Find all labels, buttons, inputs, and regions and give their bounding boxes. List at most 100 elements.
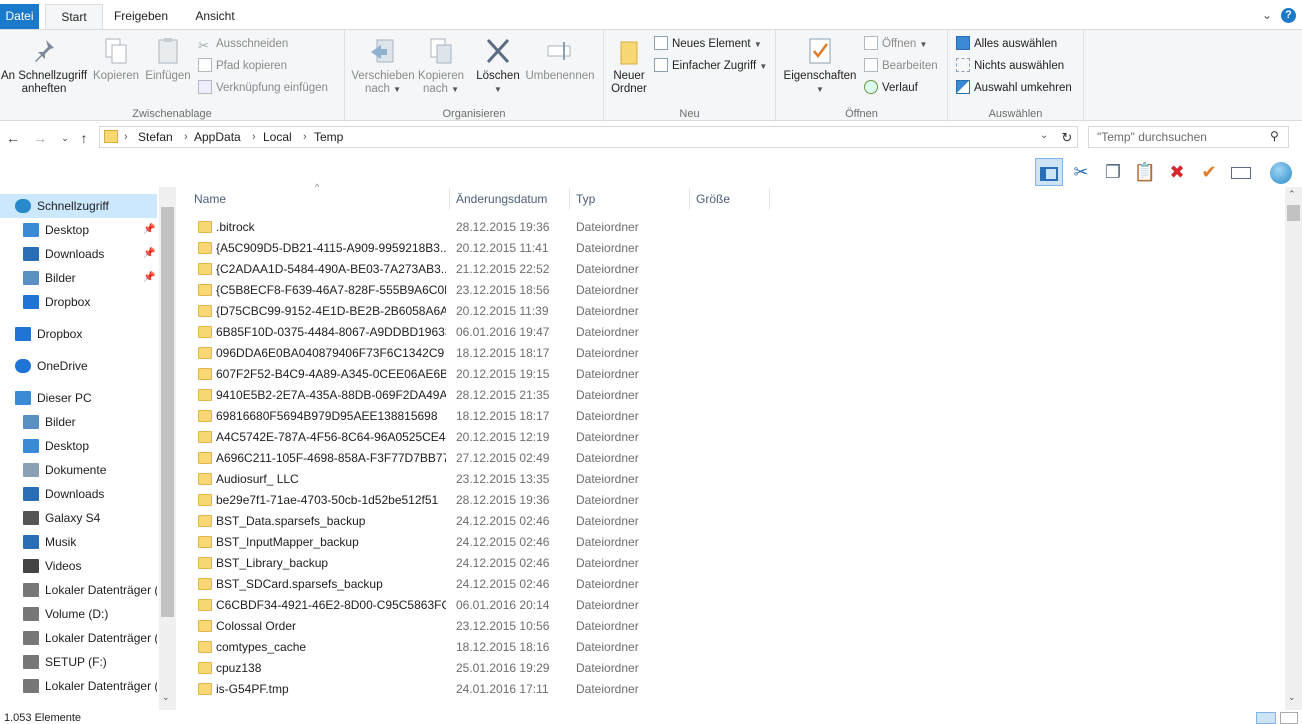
table-row[interactable]: Colossal Order 23.12.2015 10:56 Dateiordne… bbox=[190, 616, 770, 637]
table-row[interactable]: comtypes_cache 18.12.2015 18:16 Dateiordne… bbox=[190, 637, 770, 658]
nav-item[interactable]: Desktop 📌 bbox=[0, 218, 157, 242]
search-input[interactable]: "Temp" durchsuchen ⚲ bbox=[1088, 126, 1289, 148]
table-row[interactable]: BST_Library_backup 24.12.2015 02:46 Dateio… bbox=[190, 553, 770, 574]
new-folder-button[interactable]: Neuer Ordner bbox=[606, 34, 652, 96]
refresh-icon[interactable]: ↻ bbox=[1058, 128, 1076, 148]
move-to-button[interactable]: Verschieben nach ▼ bbox=[347, 34, 419, 96]
table-row[interactable]: 096DDA6E0BA040879406F73F6C1342C9 18.12.20… bbox=[190, 343, 770, 364]
scissors-icon[interactable]: ✂ bbox=[1067, 158, 1095, 186]
column-header-date[interactable]: Änderungsdatum bbox=[450, 188, 570, 210]
nav-item[interactable]: Galaxy S4 bbox=[0, 506, 157, 530]
edit-button[interactable]: Bearbeiten bbox=[864, 56, 938, 76]
table-row[interactable]: {A5C909D5-DB21-4115-A909-9959218B3... 20.… bbox=[190, 238, 770, 259]
tiles-view-icon[interactable] bbox=[1280, 712, 1298, 724]
pin-quick-access-button[interactable]: An Schnellzugriff anheften bbox=[0, 34, 88, 96]
paste-button[interactable]: Einfügen bbox=[143, 34, 193, 83]
nav-item[interactable]: SETUP (F:) bbox=[0, 650, 157, 674]
new-item-button[interactable]: Neues Element ▼ bbox=[654, 34, 762, 54]
nav-item[interactable]: Dropbox bbox=[0, 290, 157, 314]
table-row[interactable]: .bitrock 28.12.2015 19:36 Dateiordner bbox=[190, 217, 770, 238]
paste-shortcut-button[interactable]: Verknüpfung einfügen bbox=[198, 78, 328, 98]
nav-item[interactable]: Schnellzugriff bbox=[0, 194, 157, 218]
checkmark-icon[interactable]: ✔ bbox=[1195, 158, 1223, 186]
table-row[interactable]: {D75CBC99-9152-4E1D-BE2B-2B6058A6A... 20.… bbox=[190, 301, 770, 322]
column-header-size[interactable]: Größe bbox=[690, 188, 770, 210]
globe-icon[interactable] bbox=[1267, 158, 1295, 186]
table-row[interactable]: A4C5742E-787A-4F56-8C64-96A0525CE44C 20.1… bbox=[190, 427, 770, 448]
nav-item[interactable]: Dieser PC bbox=[0, 386, 157, 410]
nav-scrollbar[interactable]: ⌄ bbox=[159, 187, 176, 710]
table-row[interactable]: 9410E5B2-2E7A-435A-88DB-069F2DA49A... 28.… bbox=[190, 385, 770, 406]
collapse-ribbon-icon[interactable]: ⌄ bbox=[1262, 8, 1272, 22]
nav-item[interactable]: Bilder bbox=[0, 410, 157, 434]
open-button[interactable]: Öffnen ▼ bbox=[864, 34, 927, 54]
table-row[interactable]: 6B85F10D-0375-4484-8067-A9DDBD19633C 06.0… bbox=[190, 322, 770, 343]
table-row[interactable]: 607F2F52-B4C9-4A89-A345-0CEE06AE6BF2 20.1… bbox=[190, 364, 770, 385]
breadcrumb-item[interactable]: Local bbox=[263, 127, 292, 147]
delete-button[interactable]: Löschen ▼ bbox=[473, 34, 523, 96]
column-header-type[interactable]: Typ bbox=[570, 188, 690, 210]
nav-scrollbar-thumb[interactable] bbox=[161, 207, 174, 617]
nav-item[interactable]: Downloads bbox=[0, 482, 157, 506]
table-row[interactable]: 69816680F5694B979D95AEE138815698 18.12.20… bbox=[190, 406, 770, 427]
details-view-icon[interactable] bbox=[1256, 712, 1276, 724]
table-row[interactable]: cpuz138 25.01.2016 19:29 Dateiordner bbox=[190, 658, 770, 679]
delete-x-icon[interactable]: ✖ bbox=[1163, 158, 1191, 186]
select-all-button[interactable]: Alles auswählen bbox=[956, 34, 1057, 54]
back-arrow-icon[interactable]: ← bbox=[4, 128, 22, 148]
nav-item[interactable]: OneDrive bbox=[0, 354, 157, 378]
scroll-down-icon[interactable]: ⌄ bbox=[1288, 692, 1296, 703]
breadcrumb-item[interactable]: Temp bbox=[314, 127, 343, 147]
table-row[interactable]: A696C211-105F-4698-858A-F3F77D7BB777 27.1… bbox=[190, 448, 770, 469]
table-row[interactable]: C6CBDF34-4921-46E2-8D00-C95C5863FC... 06.… bbox=[190, 595, 770, 616]
table-row[interactable]: BST_InputMapper_backup 24.12.2015 02:46 Da… bbox=[190, 532, 770, 553]
recent-locations-icon[interactable]: ⌄ bbox=[56, 128, 74, 148]
nav-item[interactable]: Dokumente bbox=[0, 458, 157, 482]
nav-item[interactable]: Volume (D:) bbox=[0, 602, 157, 626]
scroll-down-icon[interactable]: ⌄ bbox=[162, 692, 170, 703]
copy-icon[interactable]: ❐ bbox=[1099, 158, 1127, 186]
copy-to-button[interactable]: Kopieren nach ▼ bbox=[415, 34, 467, 96]
select-none-button[interactable]: Nichts auswählen bbox=[956, 56, 1064, 76]
nav-item[interactable]: Dropbox bbox=[0, 322, 157, 346]
address-bar[interactable]: › Stefan › AppData › Local › Temp ⌄ bbox=[99, 126, 1078, 148]
nav-item[interactable]: Videos bbox=[0, 554, 157, 578]
table-row[interactable]: be29e7f1-71ae-4703-50cb-1d52be512f51 28.1… bbox=[190, 490, 770, 511]
tab-share[interactable]: Freigeben bbox=[104, 4, 178, 29]
copy-button[interactable]: Kopieren bbox=[92, 34, 140, 83]
file-list-scrollbar-thumb[interactable] bbox=[1287, 205, 1300, 221]
column-header-name[interactable]: Name bbox=[188, 188, 450, 210]
tab-view[interactable]: Ansicht bbox=[180, 4, 250, 29]
nav-item[interactable]: Bilder 📌 bbox=[0, 266, 157, 290]
search-icon[interactable]: ⚲ bbox=[1270, 129, 1279, 143]
nav-item[interactable]: Downloads 📌 bbox=[0, 242, 157, 266]
invert-selection-button[interactable]: Auswahl umkehren bbox=[956, 78, 1072, 98]
table-row[interactable]: {C5B8ECF8-F639-46A7-828F-555B9A6C0F... 23… bbox=[190, 280, 770, 301]
table-row[interactable]: BST_Data.sparsefs_backup 24.12.2015 02:46… bbox=[190, 511, 770, 532]
tab-file[interactable]: Datei bbox=[0, 4, 39, 29]
easy-access-button[interactable]: Einfacher Zugriff ▼ bbox=[654, 56, 767, 76]
up-arrow-icon[interactable]: ↑ bbox=[75, 128, 93, 148]
cut-button[interactable]: ✂ Ausschneiden bbox=[198, 34, 288, 54]
address-history-icon[interactable]: ⌄ bbox=[1040, 130, 1048, 141]
forward-arrow-icon[interactable]: → bbox=[31, 128, 49, 148]
copy-path-button[interactable]: Pfad kopieren bbox=[198, 56, 287, 76]
breadcrumb-item[interactable]: AppData bbox=[194, 127, 241, 147]
table-row[interactable]: {C2ADAA1D-5484-490A-BE03-7A273AB3... 21.1… bbox=[190, 259, 770, 280]
scroll-up-icon[interactable]: ⌃ bbox=[1288, 189, 1296, 200]
nav-item[interactable]: Lokaler Datenträger (E bbox=[0, 626, 157, 650]
clipboard-icon[interactable]: 📋 bbox=[1131, 158, 1159, 186]
rename-button[interactable]: Umbenennen bbox=[523, 34, 597, 83]
nav-item[interactable]: Lokaler Datenträger (C bbox=[0, 578, 157, 602]
nav-item[interactable]: Desktop bbox=[0, 434, 157, 458]
table-row[interactable]: BST_SDCard.sparsefs_backup 24.12.2015 02:… bbox=[190, 574, 770, 595]
nav-item[interactable]: Lokaler Datenträger ( bbox=[0, 674, 157, 698]
file-list-scrollbar[interactable]: ⌃ ⌄ bbox=[1285, 187, 1302, 710]
nav-item[interactable]: Musik bbox=[0, 530, 157, 554]
history-button[interactable]: Verlauf bbox=[864, 78, 918, 98]
table-row[interactable]: is-G54PF.tmp 24.01.2016 17:11 Dateiordner bbox=[190, 679, 770, 700]
breadcrumb-item[interactable]: Stefan bbox=[138, 127, 173, 147]
preview-pane-icon[interactable] bbox=[1035, 158, 1063, 186]
table-row[interactable]: Audiosurf_ LLC 23.12.2015 13:35 Dateiordne… bbox=[190, 469, 770, 490]
tab-start[interactable]: Start bbox=[45, 4, 103, 29]
